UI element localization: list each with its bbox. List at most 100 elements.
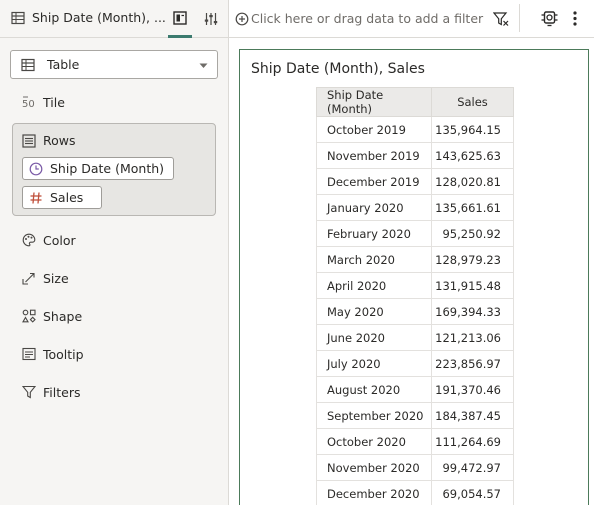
tab-grammar[interactable] xyxy=(168,0,192,38)
viz-title: Ship Date (Month), ... xyxy=(32,10,166,25)
cell-sales: 169,394.33 xyxy=(431,298,514,325)
cell-sales: 111,264.69 xyxy=(431,428,514,455)
table-row[interactable]: November 2019 143,625.63 xyxy=(316,142,514,169)
add-filter-area[interactable]: Click here or drag data to add a filter xyxy=(235,11,483,26)
cell-sales: 143,625.63 xyxy=(431,142,514,169)
filter-icon xyxy=(22,385,36,399)
table-row[interactable]: October 2020 111,264.69 xyxy=(316,428,514,455)
filter-placeholder: Click here or drag data to add a filter xyxy=(251,11,484,26)
size-drop-target[interactable]: Size xyxy=(22,268,69,288)
cell-sales: 223,856.97 xyxy=(431,350,514,377)
more-options-icon[interactable] xyxy=(568,10,582,27)
table-header-row: Ship Date (Month) Sales xyxy=(316,87,514,117)
cell-ship-date: January 2020 xyxy=(316,194,432,221)
cell-sales: 99,472.97 xyxy=(431,454,514,481)
cell-sales: 131,915.48 xyxy=(431,272,514,299)
table-row[interactable]: January 2020 135,661.61 xyxy=(316,194,514,221)
color-drop-target[interactable]: Color xyxy=(22,230,76,250)
viz-type-label: Table xyxy=(47,57,80,72)
cell-sales: 95,250.92 xyxy=(431,220,514,247)
rows-item-label: Ship Date (Month) xyxy=(50,161,165,176)
cell-ship-date: March 2020 xyxy=(316,246,432,273)
rows-icon xyxy=(22,133,36,148)
table-row[interactable]: December 2019 128,020.81 xyxy=(316,168,514,195)
size-label: Size xyxy=(43,270,69,286)
grammar-panel: Ship Date (Month), ... Table 50 Tile Row… xyxy=(0,0,229,505)
size-icon xyxy=(22,272,35,285)
filters-label: Filters xyxy=(43,384,81,400)
hash-icon xyxy=(30,191,42,204)
tooltip-drop-target[interactable]: Tooltip xyxy=(22,344,84,364)
cell-ship-date: August 2020 xyxy=(316,376,432,403)
table-icon xyxy=(21,58,35,71)
table-row[interactable]: July 2020 223,856.97 xyxy=(316,350,514,377)
table-row[interactable]: April 2020 131,915.48 xyxy=(316,272,514,299)
chevron-down-icon xyxy=(199,63,208,68)
visualization-title: Ship Date (Month), Sales xyxy=(251,61,425,77)
table-body: October 2019 135,964.15 November 2019 143,6… xyxy=(316,116,514,505)
toolbar-divider xyxy=(519,4,520,32)
shape-label: Shape xyxy=(43,308,83,324)
rows-drop-target[interactable]: Rows Ship Date (Month) Sales xyxy=(12,123,216,216)
sliders-icon xyxy=(204,13,218,25)
cell-sales: 191,370.46 xyxy=(431,376,514,403)
cell-sales: 121,213.06 xyxy=(431,324,514,351)
cell-ship-date: June 2020 xyxy=(316,324,432,351)
table-row[interactable]: August 2020 191,370.46 xyxy=(316,376,514,403)
cell-ship-date: October 2019 xyxy=(316,116,432,143)
table-row[interactable]: September 2020 184,387.45 xyxy=(316,402,514,429)
visualization-canvas[interactable]: Ship Date (Month), Sales Ship Date (Mont… xyxy=(239,49,589,505)
auto-insights-icon[interactable] xyxy=(541,10,558,27)
grammar-icon xyxy=(173,10,187,25)
tab-properties[interactable] xyxy=(199,0,223,38)
viz-title-area: Ship Date (Month), ... xyxy=(11,10,166,25)
palette-icon xyxy=(22,233,36,247)
cell-ship-date: May 2020 xyxy=(316,298,432,325)
cell-ship-date: November 2020 xyxy=(316,454,432,481)
tile-icon: 50 xyxy=(22,96,35,109)
filter-bar: Click here or drag data to add a filter xyxy=(229,0,594,38)
cell-ship-date: December 2020 xyxy=(316,480,432,505)
rows-item-ship-date[interactable]: Ship Date (Month) xyxy=(22,157,174,180)
cell-ship-date: July 2020 xyxy=(316,350,432,377)
cell-sales: 135,661.61 xyxy=(431,194,514,221)
cell-sales: 184,387.45 xyxy=(431,402,514,429)
cell-sales: 128,979.23 xyxy=(431,246,514,273)
cell-sales: 128,020.81 xyxy=(431,168,514,195)
data-table: Ship Date (Month) Sales October 2019 135,… xyxy=(316,87,514,505)
cell-ship-date: October 2020 xyxy=(316,428,432,455)
table-row[interactable]: March 2020 128,979.23 xyxy=(316,246,514,273)
tile-label: Tile xyxy=(43,94,65,110)
column-header-sales[interactable]: Sales xyxy=(431,87,514,117)
svg-text:50: 50 xyxy=(22,99,35,109)
viz-type-select[interactable]: Table xyxy=(10,50,218,79)
filter-settings-icon[interactable] xyxy=(493,11,509,27)
add-circle-icon xyxy=(235,12,249,25)
tooltip-icon xyxy=(22,347,36,361)
filters-drop-target[interactable]: Filters xyxy=(22,382,80,402)
clock-icon xyxy=(29,162,43,175)
cell-ship-date: April 2020 xyxy=(316,272,432,299)
cell-ship-date: September 2020 xyxy=(316,402,432,429)
table-row[interactable]: June 2020 121,213.06 xyxy=(316,324,514,351)
shape-icon xyxy=(22,309,36,323)
table-row[interactable]: December 2020 69,054.57 xyxy=(316,480,514,505)
tile-drop-target[interactable]: 50 Tile xyxy=(22,92,65,112)
cell-ship-date: November 2019 xyxy=(316,142,432,169)
table-row[interactable]: November 2020 99,472.97 xyxy=(316,454,514,481)
table-row[interactable]: May 2020 169,394.33 xyxy=(316,298,514,325)
cell-sales: 69,054.57 xyxy=(431,480,514,505)
rows-item-sales[interactable]: Sales xyxy=(22,186,102,209)
rows-header: Rows xyxy=(22,133,76,148)
table-icon xyxy=(11,11,25,24)
tooltip-label: Tooltip xyxy=(43,346,84,362)
rows-label: Rows xyxy=(43,133,76,148)
cell-ship-date: December 2019 xyxy=(316,168,432,195)
table-row[interactable]: October 2019 135,964.15 xyxy=(316,116,514,143)
cell-ship-date: February 2020 xyxy=(316,220,432,247)
shape-drop-target[interactable]: Shape xyxy=(22,306,82,326)
column-header-ship-date[interactable]: Ship Date (Month) xyxy=(316,87,432,117)
cell-sales: 135,964.15 xyxy=(431,116,514,143)
table-row[interactable]: February 2020 95,250.92 xyxy=(316,220,514,247)
panel-header: Ship Date (Month), ... xyxy=(0,0,228,38)
